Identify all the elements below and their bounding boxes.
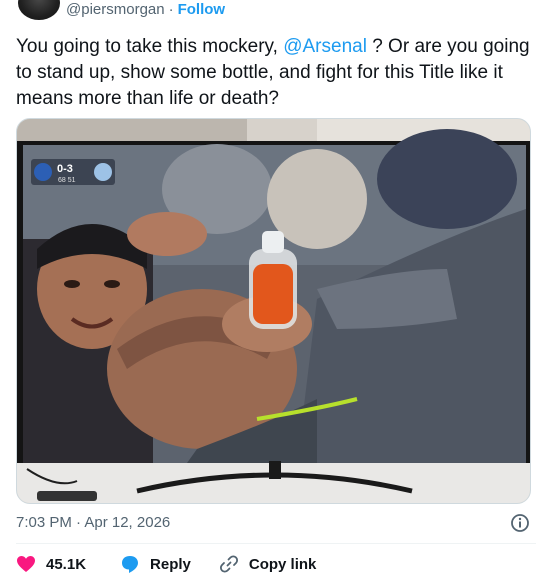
tweet-text-start: You going to take this mockery, <box>16 36 284 57</box>
action-bar: 45.1K Reply Copy link <box>16 552 316 576</box>
like-button[interactable]: 45.1K <box>16 555 86 573</box>
tweet-photo[interactable]: 0-3 68 51 <box>16 118 531 504</box>
info-icon[interactable] <box>510 513 530 533</box>
copy-link-button[interactable]: Copy link <box>219 554 317 574</box>
separator-dot: · <box>168 1 174 18</box>
mention-link[interactable]: @Arsenal <box>283 36 367 57</box>
follow-button[interactable]: Follow <box>178 1 226 18</box>
author-handle[interactable]: @piersmorgan <box>66 1 165 18</box>
heart-icon <box>17 556 35 572</box>
scorebug-score: 0-3 <box>57 163 73 175</box>
reply-button[interactable]: Reply <box>120 554 191 574</box>
scorebug-clock: 68 51 <box>58 177 76 184</box>
like-count: 45.1K <box>46 555 87 573</box>
author-row: @piersmorgan · Follow <box>66 1 225 19</box>
tweet-timestamp[interactable]: 7:03 PM · Apr 12, 2026 <box>16 514 170 531</box>
avatar[interactable] <box>18 0 60 20</box>
divider <box>16 543 536 544</box>
copy-link-label: Copy link <box>248 555 317 573</box>
reply-label: Reply <box>150 555 191 573</box>
reply-bubble-icon <box>122 556 139 573</box>
link-icon <box>219 555 238 573</box>
tweet-header: @piersmorgan · Follow <box>0 0 552 24</box>
photo-illustration: 0-3 68 51 <box>17 119 530 503</box>
tweet-text: You going to take this mockery, @Arsenal… <box>16 34 536 112</box>
